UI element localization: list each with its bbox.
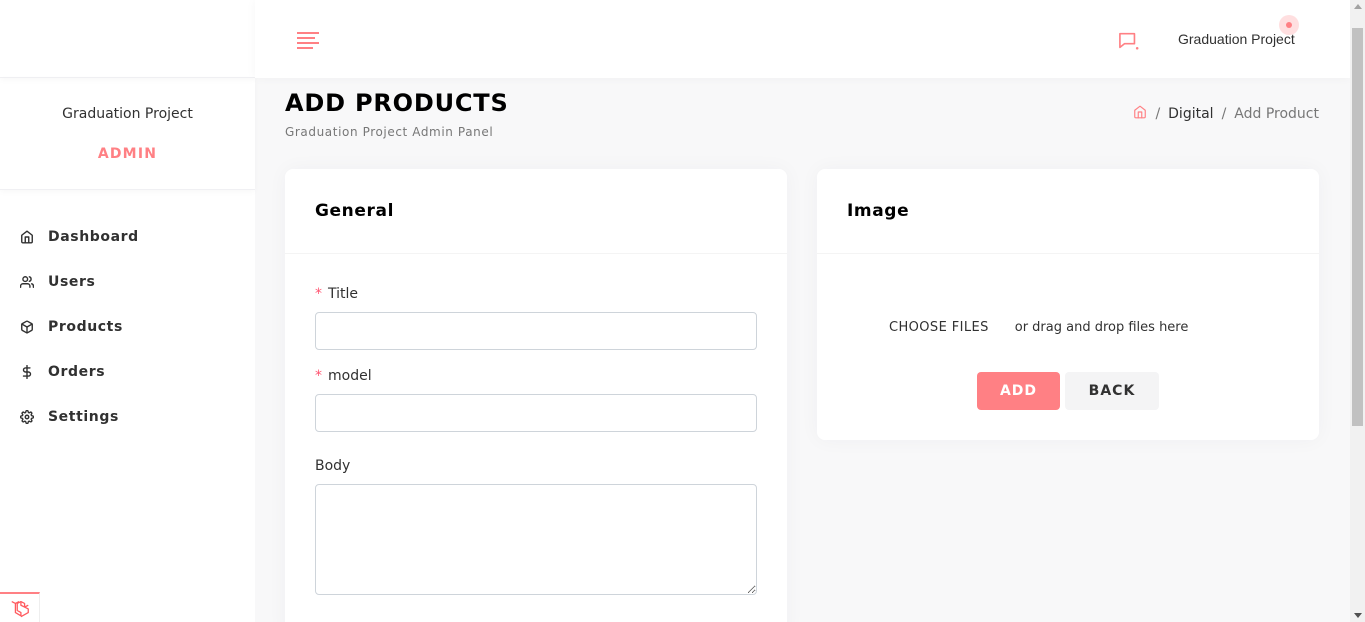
- scrollbar-thumb[interactable]: [1352, 28, 1363, 426]
- sidebar-item-orders[interactable]: Orders: [0, 349, 255, 394]
- breadcrumb-item-current: Add Product: [1234, 106, 1319, 122]
- menu-toggle-icon[interactable]: [297, 32, 319, 49]
- laravel-icon: [10, 600, 29, 618]
- image-card-title: Image: [847, 201, 910, 221]
- breadcrumb-separator: /: [1221, 106, 1227, 122]
- header-user-name[interactable]: Graduation Project: [1178, 31, 1295, 47]
- sidebar-logo-area: [0, 0, 255, 78]
- page-scrollbar[interactable]: [1350, 0, 1365, 622]
- drag-drop-hint: or drag and drop files here: [1014, 320, 1189, 335]
- sidebar-item-products[interactable]: Products: [0, 304, 255, 349]
- breadcrumb: / Digital / Add Product: [1133, 105, 1319, 123]
- message-icon[interactable]: [1118, 31, 1140, 51]
- model-label: * model: [315, 368, 372, 384]
- dollar-icon: [20, 364, 34, 379]
- required-marker: *: [315, 368, 322, 384]
- sidebar-item-dashboard[interactable]: Dashboard: [0, 214, 255, 259]
- sidebar-user-panel: Graduation Project ADMIN: [0, 78, 255, 190]
- sidebar-item-label: Products: [48, 318, 123, 335]
- add-button[interactable]: ADD: [977, 372, 1060, 410]
- breadcrumb-home-icon[interactable]: [1133, 105, 1147, 123]
- title-label-text: Title: [328, 286, 359, 302]
- laravel-debug-badge[interactable]: [0, 592, 40, 622]
- sidebar-item-label: Orders: [48, 363, 106, 380]
- sidebar-item-label: Dashboard: [48, 228, 139, 245]
- body-label: Body: [315, 458, 351, 474]
- sidebar-user-role: ADMIN: [97, 146, 158, 162]
- choose-files-button[interactable]: CHOOSE FILES: [889, 320, 989, 335]
- home-icon: [20, 229, 34, 244]
- general-card-title: General: [315, 201, 394, 221]
- title-label: * Title: [315, 286, 358, 302]
- page-title: ADD PRODUCTS: [285, 89, 509, 117]
- breadcrumb-item-digital[interactable]: Digital: [1168, 106, 1213, 122]
- sidebar-item-users[interactable]: Users: [0, 259, 255, 304]
- box-icon: [20, 319, 34, 334]
- title-input[interactable]: [315, 312, 757, 350]
- sidebar-item-label: Users: [48, 273, 96, 290]
- notification-dot-icon[interactable]: [1279, 15, 1299, 35]
- sidebar-nav: Dashboard Users Products Orders Settings: [0, 214, 255, 439]
- sidebar-item-label: Settings: [48, 408, 119, 425]
- sidebar-user-name: Graduation Project: [62, 106, 193, 122]
- general-card: General * Title * model Body: [285, 169, 787, 622]
- back-button[interactable]: BACK: [1065, 372, 1159, 410]
- scroll-down-arrow-icon[interactable]: [1354, 613, 1362, 618]
- general-card-header: General: [285, 169, 787, 254]
- breadcrumb-separator: /: [1155, 106, 1161, 122]
- image-card-header: Image: [817, 169, 1319, 254]
- page-subtitle: Graduation Project Admin Panel: [285, 125, 494, 139]
- gear-icon: [20, 409, 34, 424]
- users-icon: [20, 275, 34, 289]
- file-dropzone[interactable]: CHOOSE FILES or drag and drop files here: [889, 320, 1188, 335]
- body-textarea[interactable]: [315, 484, 757, 595]
- scroll-up-arrow-icon[interactable]: [1354, 4, 1362, 9]
- model-label-text: model: [328, 368, 372, 384]
- sidebar: Graduation Project ADMIN Dashboard Users…: [0, 0, 255, 622]
- sidebar-item-settings[interactable]: Settings: [0, 394, 255, 439]
- top-header: Graduation Project: [255, 0, 1350, 78]
- image-card: Image CHOOSE FILES or drag and drop file…: [817, 169, 1319, 440]
- required-marker: *: [315, 286, 322, 302]
- model-input[interactable]: [315, 394, 757, 432]
